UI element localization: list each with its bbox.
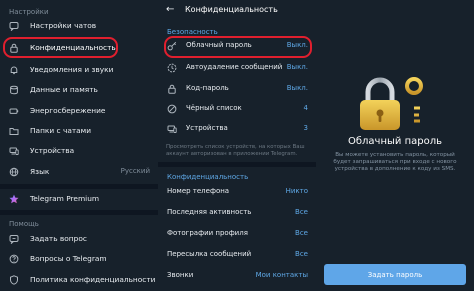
row-label: Номер телефона [167, 187, 230, 195]
sidebar-item-label: Уведомления и звуки [30, 65, 114, 74]
sidebar-item-label: Политика конфиденциальности [30, 275, 156, 284]
sidebar-item-telegram-faq[interactable]: Вопросы о Telegram [0, 249, 158, 268]
sidebar-item-data-storage[interactable]: Данные и память [0, 80, 158, 99]
cloud-password-title: Облачный пароль [348, 136, 442, 147]
row-label: Автоудаление сообщений [186, 63, 283, 71]
row-value: Выкл. [286, 84, 308, 92]
row-value: Все [295, 229, 308, 237]
section-divider [158, 162, 316, 167]
row-label: Последняя активность [167, 208, 252, 216]
shield-icon [9, 275, 19, 285]
row-forwarded-messages[interactable]: Пересылка сообщений Все [158, 245, 316, 264]
chat-settings-icon [9, 21, 19, 31]
row-value: Выкл. [286, 63, 308, 71]
sidebar-item-chat-settings[interactable]: Настройки чатов [0, 16, 158, 35]
timer-icon [167, 63, 177, 73]
set-password-button[interactable]: Задать пароль [324, 264, 466, 285]
cloud-password-description: Вы можете установить пароль, который буд… [333, 152, 457, 172]
help-icon [9, 254, 19, 264]
row-value: Мои контакты [255, 271, 308, 279]
sidebar-item-label: Задать вопрос [30, 234, 87, 243]
section-header-privacy: Конфиденциальность [167, 173, 249, 181]
row-blocked-users[interactable]: Чёрный список 4 [158, 99, 316, 118]
telegram-settings-window: Настройки Настройки чатов Конфиденциальн… [0, 0, 474, 291]
row-value: 3 [303, 124, 308, 132]
row-devices[interactable]: Устройства 3 [158, 119, 316, 138]
sidebar-item-telegram-premium[interactable]: Telegram Premium [0, 189, 158, 208]
row-profile-photos[interactable]: Фотографии профиля Все [158, 224, 316, 243]
row-passcode[interactable]: Код-пароль Выкл. [158, 79, 316, 98]
row-value: Никто [285, 187, 308, 195]
section-header-security: Безопасность [167, 28, 218, 36]
row-value: Все [295, 208, 308, 216]
row-phone-number[interactable]: Номер телефона Никто [158, 182, 316, 201]
cloud-password-panel: Облачный пароль Вы можете установить пар… [316, 0, 474, 291]
page-title: Конфиденциальность [185, 5, 278, 14]
row-label: Звонки [167, 271, 194, 279]
sidebar-item-chat-folders[interactable]: Папки с чатами [0, 121, 158, 140]
sidebar-item-label: Данные и память [30, 85, 98, 94]
sidebar-divider [0, 210, 158, 215]
sidebar-item-label: Telegram Premium [30, 194, 100, 203]
row-calls[interactable]: Звонки Мои контакты [158, 266, 316, 285]
highlight-ring-cloud-password [164, 36, 312, 58]
row-auto-delete[interactable]: Автоудаление сообщений Выкл. [158, 58, 316, 77]
bell-icon [9, 65, 19, 75]
premium-star-icon [9, 194, 19, 204]
devices-icon [167, 124, 177, 134]
sidebar-item-label: Энергосбережение [30, 106, 106, 115]
block-icon [167, 104, 177, 114]
devices-icon [9, 146, 19, 156]
settings-sidebar: Настройки Настройки чатов Конфиденциальн… [0, 0, 158, 291]
sidebar-item-label: Папки с чатами [30, 126, 92, 135]
sidebar-item-power-saving[interactable]: Энергосбережение [0, 101, 158, 120]
storage-icon [9, 85, 19, 95]
row-label: Пересылка сообщений [167, 250, 252, 258]
question-chat-icon [9, 234, 19, 244]
sidebar-item-label: Устройства [30, 146, 75, 155]
section-header-help: Помощь [9, 220, 39, 228]
section-header-settings: Настройки [9, 8, 49, 16]
sidebar-item-label: Вопросы о Telegram [30, 254, 107, 263]
language-icon [9, 167, 19, 177]
padlock-key-illustration [360, 77, 423, 130]
sidebar-item-privacy-policy[interactable]: Политика конфиденциальности [0, 270, 158, 289]
row-label: Устройства [186, 124, 228, 132]
privacy-header: ← Конфиденциальность [158, 0, 316, 20]
devices-note: Просмотреть список устройств, на которых… [166, 144, 305, 157]
language-value: Русский [120, 167, 150, 175]
battery-icon [9, 106, 19, 116]
sidebar-item-devices[interactable]: Устройства [0, 141, 158, 160]
back-arrow-icon[interactable]: ← [166, 4, 174, 15]
sidebar-item-label: Настройки чатов [30, 21, 97, 30]
lock-icon [167, 84, 177, 94]
sidebar-item-label: Язык [30, 167, 50, 176]
sidebar-item-language[interactable]: Язык Русский [0, 162, 158, 181]
folder-icon [9, 126, 19, 136]
sidebar-item-ask-question[interactable]: Задать вопрос [0, 229, 158, 248]
row-last-seen[interactable]: Последняя активность Все [158, 203, 316, 222]
sidebar-item-notifications[interactable]: Уведомления и звуки [0, 60, 158, 79]
row-label: Чёрный список [186, 104, 242, 112]
row-value: Все [295, 250, 308, 258]
row-label: Фотографии профиля [167, 229, 248, 237]
privacy-panel: ← Конфиденциальность Безопасность Облачн… [158, 0, 316, 291]
row-label: Код-пароль [186, 84, 229, 92]
highlight-ring-privacy [3, 37, 118, 58]
row-value: 4 [303, 104, 308, 112]
